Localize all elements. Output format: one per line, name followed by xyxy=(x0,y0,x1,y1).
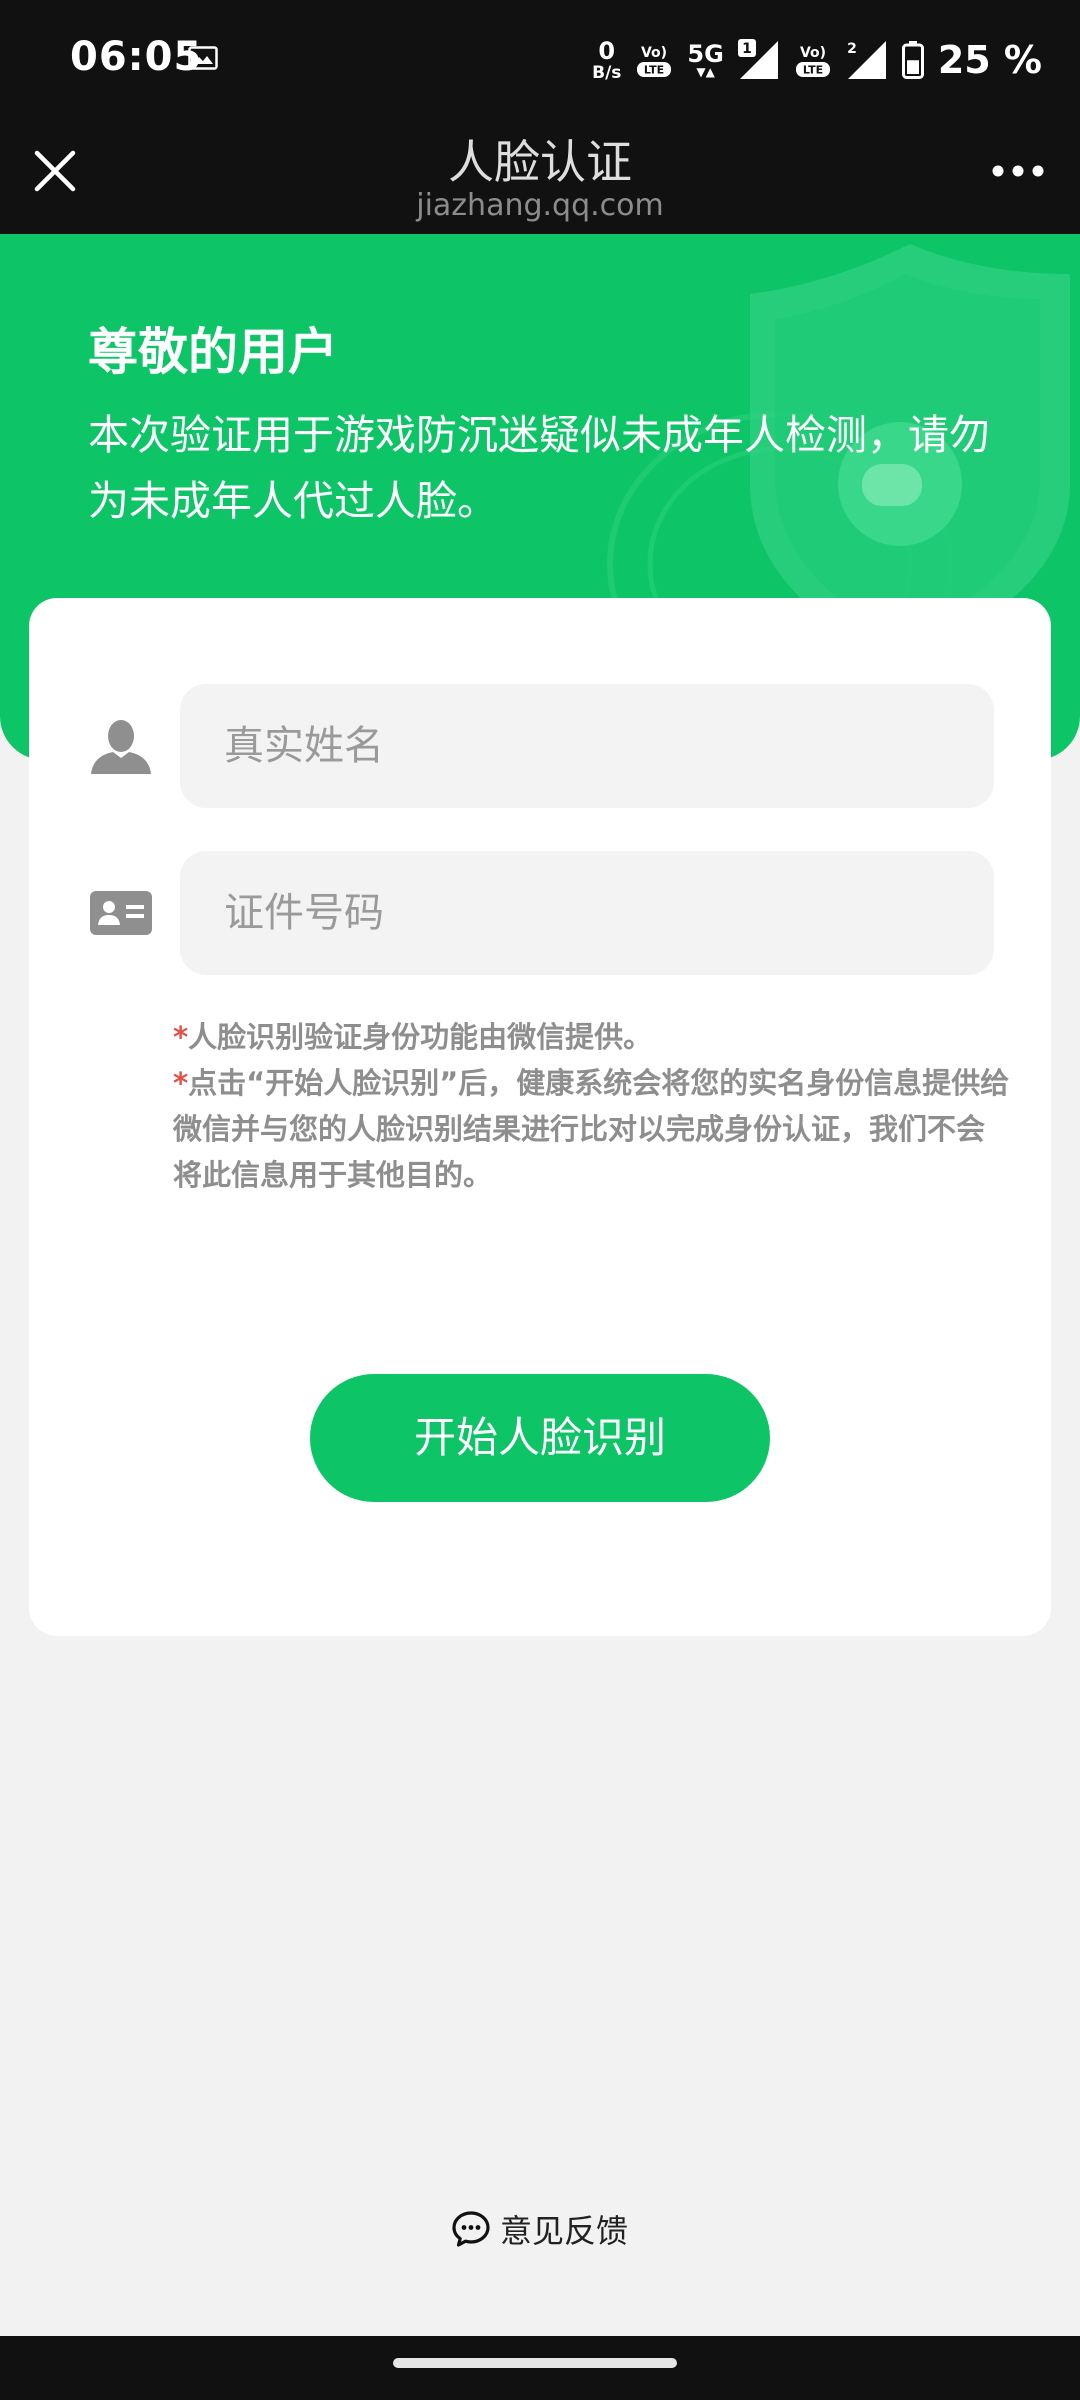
network-speed-unit: B/s xyxy=(592,62,622,83)
signal-sim1-icon: 1 xyxy=(737,39,778,79)
verification-notice: 本次验证用于游戏防沉迷疑似未成年人检测，请勿为未成年人代过人脸。 xyxy=(88,411,990,525)
more-icon[interactable] xyxy=(992,164,1044,178)
svg-text:Vo): Vo) xyxy=(641,45,667,61)
feedback-label: 意见反馈 xyxy=(499,2212,628,2250)
user-icon xyxy=(91,720,151,774)
privacy-disclaimer: *人脸识别验证身份功能由微信提供。 *点击“开始人脸识别”后，健康系统会将您的实… xyxy=(173,1014,1013,1198)
asterisk: * xyxy=(173,1020,189,1054)
page-domain: jiazhang.qq.com xyxy=(416,188,664,223)
battery-level xyxy=(906,60,919,74)
asterisk: * xyxy=(173,1066,189,1100)
id-field-row xyxy=(29,851,1051,975)
volte-label: LTE xyxy=(644,64,664,77)
signal-sim2-icon: 2 xyxy=(847,41,886,79)
network-type: 5G ▼▲ xyxy=(687,42,723,78)
network-speed-value: 0 xyxy=(598,36,616,65)
status-time: 06:05 xyxy=(70,34,203,80)
home-indicator[interactable] xyxy=(393,2358,677,2368)
start-face-recognition-button[interactable]: 开始人脸识别 xyxy=(310,1374,770,1502)
status-indicators: 0 B/s Vo) LTE 5G ▼▲ 1 Vo) LTE 2 25 % xyxy=(592,30,1042,90)
name-field-row xyxy=(29,684,1051,808)
sim2-badge: 2 xyxy=(847,41,857,57)
note-wechat-provider: 人脸识别验证身份功能由微信提供。 xyxy=(188,1020,653,1054)
network-speed: 0 B/s xyxy=(592,39,621,82)
feedback-link[interactable]: 意见反馈 xyxy=(0,2206,1080,2252)
nav-bar: 人脸认证 jiazhang.qq.com xyxy=(0,122,1080,234)
network-type-label: 5G xyxy=(687,40,724,68)
form-card: *人脸识别验证身份功能由微信提供。 *点击“开始人脸识别”后，健康系统会将您的实… xyxy=(29,598,1051,1636)
page-title: 人脸认证 xyxy=(448,135,632,189)
face-verification-page: 06:05 0 B/s Vo) LTE 5G ▼▲ 1 Vo) LTE 2 25… xyxy=(0,0,1080,2400)
volte-icon-2: Vo) LTE xyxy=(795,45,830,77)
battery-percent: 25 % xyxy=(937,38,1042,82)
greeting-title: 尊敬的用户 xyxy=(88,323,338,381)
disclaimer-line-2: *点击“开始人脸识别”后，健康系统会将您的实名身份信息提供给微信并与您的人脸识别… xyxy=(173,1060,1013,1198)
system-navigation-bar xyxy=(0,2336,1080,2400)
sim1-badge: 1 xyxy=(742,41,752,57)
status-bar: 06:05 0 B/s Vo) LTE 5G ▼▲ 1 Vo) LTE 2 25… xyxy=(0,0,1080,122)
real-name-input[interactable] xyxy=(180,684,994,808)
volte-label-2: LTE xyxy=(803,64,823,77)
gallery-icon xyxy=(188,46,218,70)
battery-icon xyxy=(901,41,924,79)
id-card-icon xyxy=(90,891,152,935)
disclaimer-line-1: *人脸识别验证身份功能由微信提供。 xyxy=(173,1014,1013,1060)
volte-icon: Vo) LTE xyxy=(637,45,672,77)
id-number-input[interactable] xyxy=(180,851,994,975)
chat-bubble-icon xyxy=(452,2211,490,2247)
svg-text:Vo): Vo) xyxy=(800,45,826,61)
note-data-usage: 点击“开始人脸识别”后，健康系统会将您的实名身份信息提供给微信并与您的人脸识别结… xyxy=(173,1066,1010,1192)
data-arrows-icon: ▼▲ xyxy=(696,65,715,79)
